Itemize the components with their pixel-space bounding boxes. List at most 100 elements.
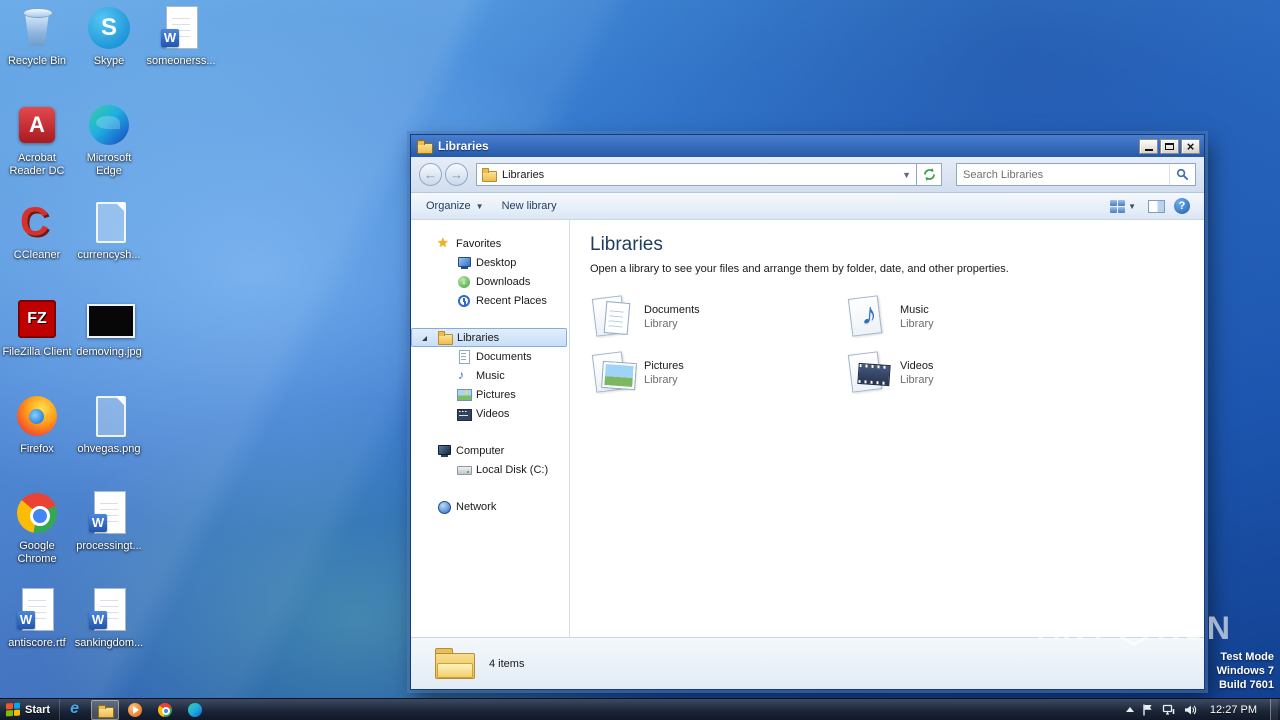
taskbar-media-player[interactable] [121, 700, 149, 720]
library-type: Library [900, 374, 934, 386]
desktop-icon[interactable]: sankingdom... [74, 586, 144, 683]
test-mode-watermark: Test Mode Windows 7 Build 7601 [1216, 651, 1274, 691]
organize-button[interactable]: Organize ▼ [417, 196, 493, 217]
volume-icon[interactable] [1183, 703, 1197, 717]
desktop-icon-column: Skype Microsoft Edge currencysh... demov… [74, 4, 144, 683]
page-description: Open a library to see your files and arr… [590, 263, 1009, 275]
address-bar[interactable]: Libraries ▼ [476, 163, 917, 186]
back-button[interactable]: ← [419, 163, 442, 186]
taskbar-internet-explorer[interactable] [61, 700, 89, 720]
network-tray-icon[interactable] [1162, 703, 1176, 717]
breadcrumb[interactable]: Libraries [502, 169, 544, 181]
details-pane: 4 items [411, 637, 1204, 689]
videos-icon [457, 407, 472, 421]
maximize-button[interactable] [1160, 138, 1179, 154]
start-button[interactable]: Start [0, 699, 61, 720]
system-tray: 12:27 PM [1125, 699, 1280, 720]
close-button[interactable] [1181, 138, 1200, 154]
desktop-icon[interactable]: ohvegas.png [74, 392, 144, 489]
library-tile[interactable]: Videos Library [846, 351, 1102, 407]
library-tile[interactable]: Pictures Library [590, 351, 846, 407]
taskbar-clock[interactable]: 12:27 PM [1204, 704, 1263, 716]
desktop-icon-column: Recycle Bin Acrobat Reader DC CCleaner F… [2, 4, 72, 683]
internet-explorer-icon [67, 700, 83, 718]
sidebar-item[interactable]: Videos [411, 404, 569, 423]
refresh-button[interactable] [917, 163, 942, 186]
desktop-icon-label: ohvegas.png [77, 443, 141, 455]
desktop-icon[interactable]: Microsoft Edge [74, 101, 144, 198]
taskbar-chrome[interactable] [151, 700, 179, 720]
sidebar-item[interactable]: Documents [411, 347, 569, 366]
sidebar-item[interactable]: Downloads [411, 272, 569, 291]
sidebar-item[interactable]: Music [411, 366, 569, 385]
chevron-down-icon: ▼ [475, 201, 484, 211]
desktop-icon[interactable]: someonerss... [146, 4, 216, 101]
desktop-icon[interactable]: Acrobat Reader DC [2, 101, 72, 198]
search-icon[interactable] [1169, 164, 1195, 185]
minimize-button[interactable] [1139, 138, 1158, 154]
desktop-icon[interactable]: demoving.jpg [74, 295, 144, 392]
sidebar-item[interactable]: Local Disk (C:) [411, 460, 569, 479]
lib-documents-icon [590, 295, 636, 339]
address-dropdown-icon[interactable]: ▼ [902, 170, 911, 180]
firefox-icon [13, 392, 61, 440]
library-tile[interactable]: Documents Library [590, 295, 846, 351]
library-type: Library [644, 318, 678, 330]
window-titlebar[interactable]: Libraries [411, 135, 1204, 157]
sidebar-computer[interactable]: Computer [411, 441, 569, 460]
sidebar-network[interactable]: Network [411, 497, 569, 516]
ccleaner-icon [13, 198, 61, 246]
change-view-button[interactable]: ▼ [1107, 196, 1139, 217]
sidebar-item[interactable]: Pictures [411, 385, 569, 404]
desktop-icon[interactable]: antiscore.rtf [2, 586, 72, 683]
desktop-icon[interactable]: Skype [74, 4, 144, 101]
sidebar-item[interactable]: Desktop [411, 253, 569, 272]
desktop-icon[interactable]: Recycle Bin [2, 4, 72, 101]
preview-pane-button[interactable] [1148, 199, 1165, 213]
desktop: Recycle Bin Acrobat Reader DC CCleaner F… [0, 0, 1280, 720]
views-icon [1110, 199, 1126, 213]
doc-icon [457, 349, 471, 364]
taskbar-edge[interactable] [181, 700, 209, 720]
favorites-star-icon [437, 236, 451, 251]
forward-button[interactable]: → [445, 163, 468, 186]
expander-icon[interactable] [422, 336, 427, 341]
navigation-pane: Favorites Desktop Downloads [411, 220, 570, 637]
desktop-icon-label: someonerss... [146, 55, 216, 67]
desktop-icon-label: CCleaner [13, 249, 61, 261]
help-button[interactable]: ? [1174, 198, 1190, 214]
taskbar-windows-explorer[interactable] [91, 699, 120, 720]
sidebar-favorites[interactable]: Favorites [411, 234, 569, 253]
desktop-icon[interactable]: Google Chrome [2, 489, 72, 586]
desktop-icon-label: Firefox [20, 443, 54, 455]
recent-places-icon [457, 294, 471, 308]
desktop-icon[interactable]: processingt... [74, 489, 144, 586]
library-tile[interactable]: Music Library [846, 295, 1102, 351]
desktop-icon-label: FileZilla Client [2, 346, 72, 358]
desktop-icon[interactable]: Firefox [2, 392, 72, 489]
disk-icon [457, 463, 472, 477]
show-hidden-icons-chevron[interactable] [1125, 707, 1134, 712]
show-desktop-button[interactable] [1270, 699, 1278, 720]
search-box [956, 163, 1196, 186]
acrobat-icon [13, 101, 61, 149]
refresh-icon [923, 168, 935, 181]
window-title: Libraries [438, 139, 489, 153]
sidebar-item[interactable]: Recent Places [411, 291, 569, 310]
action-center-flag-icon[interactable] [1141, 703, 1155, 717]
search-input[interactable] [957, 168, 1169, 181]
network-icon [437, 500, 451, 514]
word-doc-icon [157, 4, 205, 52]
desktop-icon[interactable]: CCleaner [2, 198, 72, 295]
desktop-icon[interactable]: currencysh... [74, 198, 144, 295]
desktop-icon [457, 256, 471, 270]
desktop-icon-label: Recycle Bin [7, 55, 67, 67]
desktop-icon-label: currencysh... [77, 249, 141, 261]
desktop-icon-label: Skype [93, 55, 125, 67]
new-library-button[interactable]: New library [493, 196, 566, 217]
downloads-icon [457, 275, 471, 289]
desktop-icon[interactable]: FileZilla Client [2, 295, 72, 392]
sidebar-libraries[interactable]: Libraries [411, 328, 567, 347]
desktop-icon-label: Acrobat Reader DC [9, 152, 65, 177]
library-name: Music [900, 304, 929, 316]
